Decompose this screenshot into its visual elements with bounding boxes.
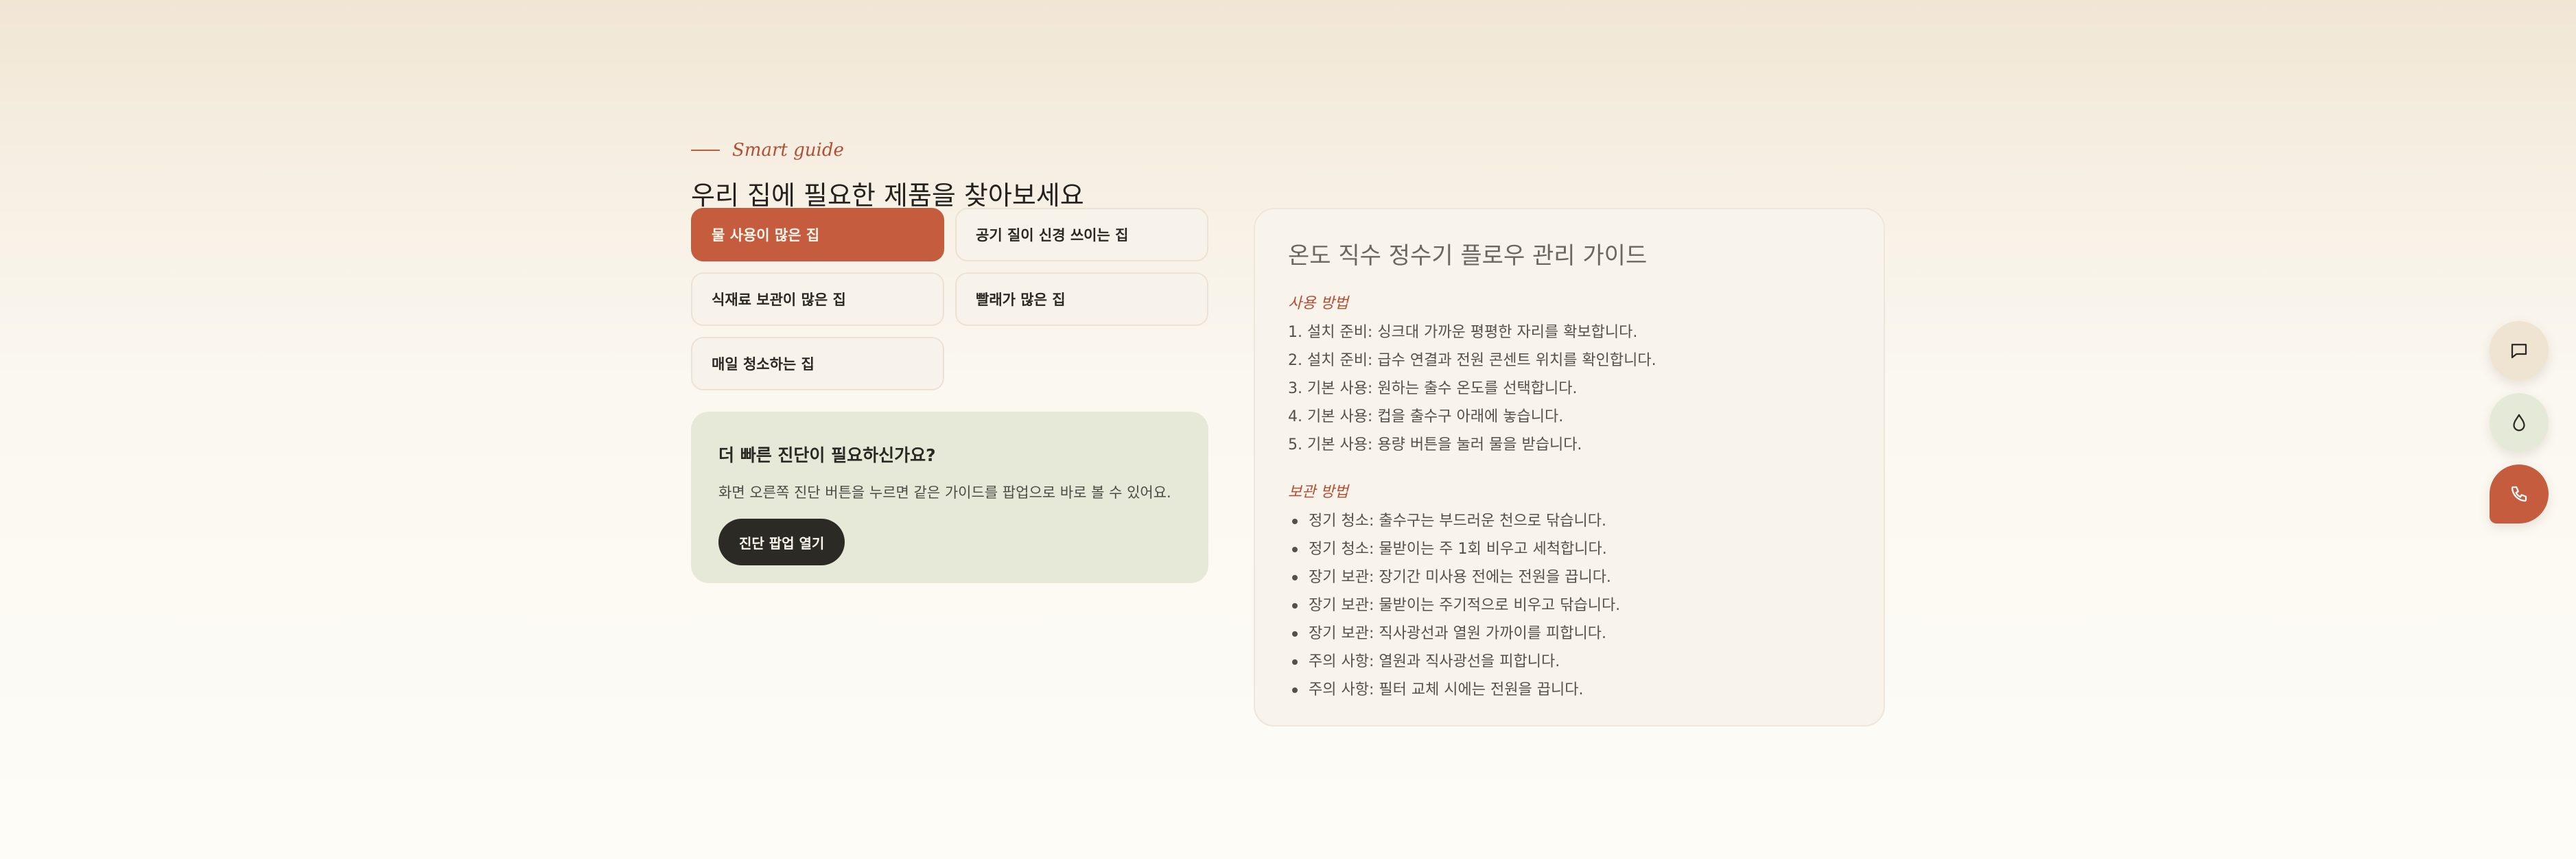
chat-icon xyxy=(2511,344,2527,359)
option-label: 공기 질이 신경 쓰이는 집 xyxy=(976,227,1129,244)
storage-tip: 장기 보관: 직사광선과 열원 가까이를 피합니다. xyxy=(1288,620,1851,648)
option-label: 빨래가 많은 집 xyxy=(976,292,1066,308)
guide-header: Smart guide xyxy=(691,140,844,161)
eyebrow-line xyxy=(691,150,720,151)
storage-heading: 보관 방법 xyxy=(1288,484,1348,501)
quick-description: 화면 오른쪽 진단 버튼을 누르면 같은 가이드를 팝업으로 바로 볼 수 있어… xyxy=(718,484,1171,501)
storage-tips: 정기 청소: 출수구는 부드러운 천으로 닦습니다. 정기 청소: 물받이는 주… xyxy=(1288,507,1851,704)
usage-step: 5. 기본 사용: 용량 버튼을 눌러 물을 받습니다. xyxy=(1288,436,1582,454)
storage-tip: 장기 보관: 물받이는 주기적으로 비우고 닦습니다. xyxy=(1288,591,1851,620)
household-options: 물 사용이 많은 집 공기 질이 신경 쓰이는 집 식재료 보관이 많은 집 빨… xyxy=(691,208,1208,390)
water-drop-icon xyxy=(2513,414,2525,432)
open-diagnosis-popup-button[interactable]: 진단 팝업 열기 xyxy=(718,519,845,565)
storage-tip: 정기 청소: 물받이는 주 1회 비우고 세척합니다. xyxy=(1288,535,1851,563)
storage-tip: 장기 보관: 장기간 미사용 전에는 전원을 끕니다. xyxy=(1288,563,1851,591)
quick-diagnosis-card: 더 빠른 진단이 필요하신가요? 화면 오른쪽 진단 버튼을 누르면 같은 가이… xyxy=(691,412,1208,583)
storage-tip: 정기 청소: 출수구는 부드러운 천으로 닦습니다. xyxy=(1288,507,1851,535)
option-label: 식재료 보관이 많은 집 xyxy=(712,292,846,308)
option-label: 물 사용이 많은 집 xyxy=(712,227,820,244)
option-food-storage[interactable]: 식재료 보관이 많은 집 xyxy=(691,272,944,326)
phone-icon xyxy=(2511,486,2527,502)
storage-tip: 주의 사항: 열원과 직사광선을 피합니다. xyxy=(1288,648,1851,676)
usage-heading: 사용 방법 xyxy=(1288,295,1348,312)
option-laundry[interactable]: 빨래가 많은 집 xyxy=(955,272,1208,326)
call-button[interactable] xyxy=(2490,464,2549,523)
usage-step: 4. 기본 사용: 컵을 출수구 아래에 놓습니다. xyxy=(1288,408,1564,425)
chat-button[interactable] xyxy=(2490,321,2549,380)
water-guide-button[interactable] xyxy=(2490,393,2549,452)
product-guide-panel: 온도 직수 정수기 플로우 관리 가이드 사용 방법 1. 설치 준비: 싱크대… xyxy=(1254,208,1885,727)
storage-tip: 주의 사항: 필터 교체 시에는 전원을 끕니다. xyxy=(1288,676,1851,704)
usage-step: 3. 기본 사용: 원하는 출수 온도를 선택합니다. xyxy=(1288,380,1578,397)
usage-steps: 1. 설치 준비: 싱크대 가까운 평평한 자리를 확보합니다. 2. 설치 준… xyxy=(1288,318,1851,459)
quick-title: 더 빠른 진단이 필요하신가요? xyxy=(718,445,936,465)
page-title: 우리 집에 필요한 제품을 찾아보세요 xyxy=(691,180,1084,211)
option-water-usage[interactable]: 물 사용이 많은 집 xyxy=(691,208,944,261)
usage-step: 1. 설치 준비: 싱크대 가까운 평평한 자리를 확보합니다. xyxy=(1288,324,1638,341)
option-daily-cleaning[interactable]: 매일 청소하는 집 xyxy=(691,337,944,390)
usage-step: 2. 설치 준비: 급수 연결과 전원 콘센트 위치를 확인합니다. xyxy=(1288,352,1656,369)
option-air-quality[interactable]: 공기 질이 신경 쓰이는 집 xyxy=(955,208,1208,261)
option-label: 매일 청소하는 집 xyxy=(712,356,815,373)
guide-panel-title: 온도 직수 정수기 플로우 관리 가이드 xyxy=(1288,242,1648,270)
eyebrow-label: Smart guide xyxy=(732,140,844,161)
